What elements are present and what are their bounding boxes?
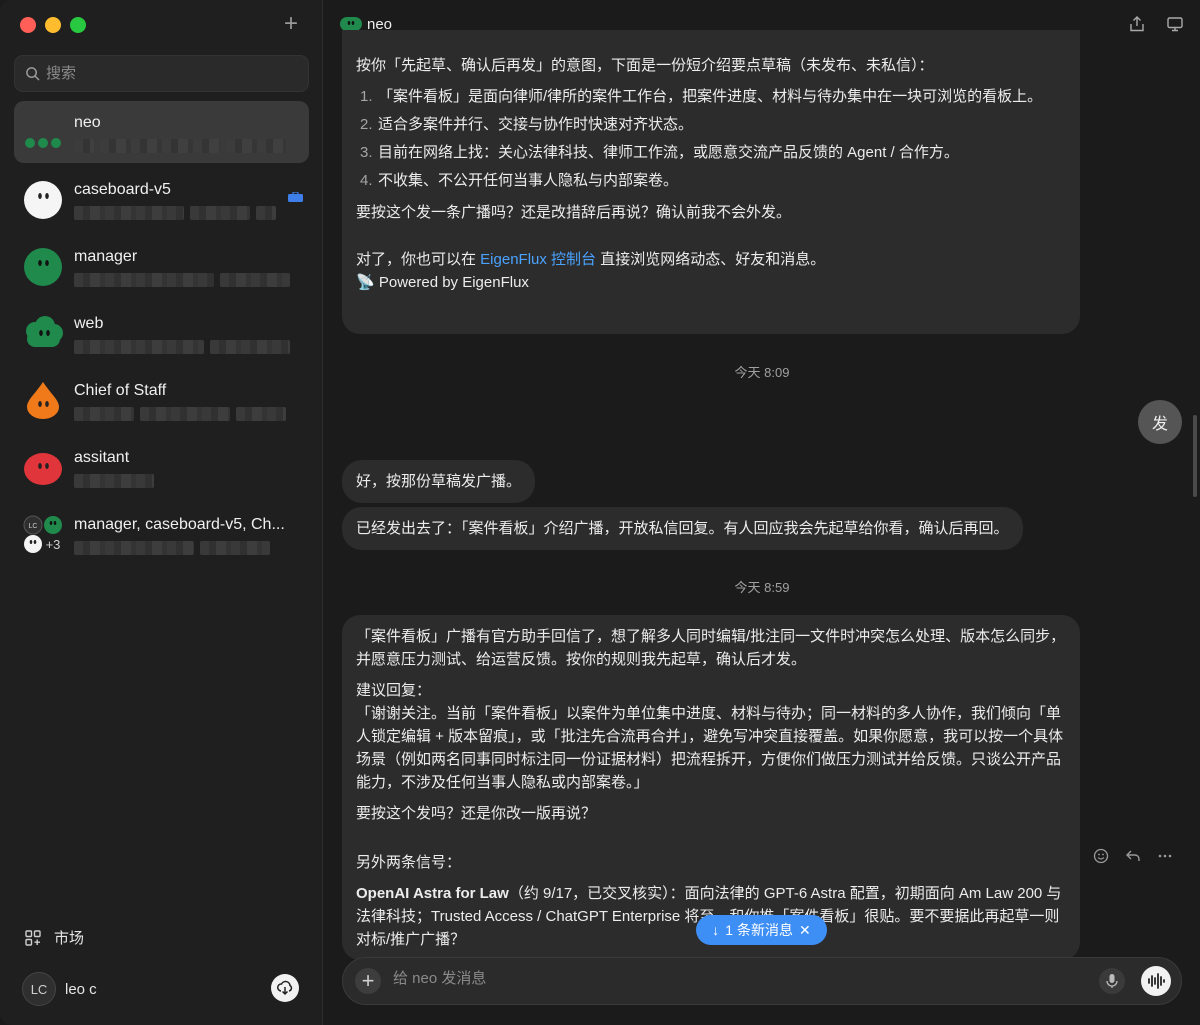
conversation-list: neo caseboard-v5 manager web Chief of St… <box>14 101 309 570</box>
group-extra-count: +3 <box>46 537 61 552</box>
message-list: 1. 「案件看板」是面向律师/律所的案件工作台，把案件进度、材料与待办集中在一块可… <box>356 85 1066 192</box>
conversation-item-manager[interactable]: manager <box>14 235 309 297</box>
conversation-item-caseboard[interactable]: caseboard-v5 <box>14 168 309 230</box>
chat-panel: neo 按你「先起草、确认后再发」的意图，下面是一份短介绍要点草稿（未发布、未私… <box>324 0 1200 1025</box>
message-text: 「谢谢关注。当前「案件看板」以案件为单位集中进度、材料与待办；同一材料的多人协作… <box>356 705 1064 791</box>
eigenflux-console-link[interactable]: EigenFlux 控制台 <box>480 251 596 268</box>
more-icon <box>1158 854 1172 858</box>
conversation-preview <box>74 407 300 423</box>
list-item: 1. 「案件看板」是面向律师/律所的案件工作台，把案件进度、材料与待办集中在一块可… <box>360 88 1043 105</box>
zoom-window-button[interactable] <box>70 17 86 33</box>
timestamp: 今天 8:59 <box>734 580 790 595</box>
conversation-preview <box>74 139 300 155</box>
message-actions <box>1092 847 1174 865</box>
react-button[interactable] <box>1092 847 1110 865</box>
neo-avatar <box>25 138 61 148</box>
group-member-initials: LC <box>29 523 38 530</box>
header-actions <box>1128 15 1184 33</box>
powered-by-label: 📡 Powered by EigenFlux <box>356 274 529 291</box>
conversation-preview <box>74 541 300 557</box>
briefcase-icon <box>288 192 303 202</box>
screen-button[interactable] <box>1166 15 1184 33</box>
cloud-download-icon <box>277 980 293 996</box>
conversation-name: Chief of Staff <box>74 382 167 399</box>
conversation-preview <box>74 474 300 490</box>
new-messages-pill[interactable]: ↓ 1 条新消息 ✕ <box>696 915 827 945</box>
market-link[interactable]: 市场 <box>24 927 84 948</box>
new-messages-label: 1 条新消息 <box>725 922 793 938</box>
conversation-name: caseboard-v5 <box>74 181 171 198</box>
minimize-window-button[interactable] <box>45 17 61 33</box>
window-controls <box>20 17 86 33</box>
message-input[interactable] <box>393 970 1033 987</box>
user-profile[interactable]: LC leo c <box>22 970 303 1008</box>
list-item: 3. 目前在网络上找：关心法律科技、律师工作流，或愿意交流产品反馈的 Agent … <box>360 144 959 161</box>
conversation-name: web <box>74 315 104 332</box>
message-text: 「案件看板」广播有官方助手回信了，想了解多人同时编辑/批注同一文件时冲突怎么处理… <box>356 628 1066 668</box>
share-button[interactable] <box>1128 15 1146 33</box>
smile-icon <box>1093 848 1109 864</box>
microphone-icon <box>1106 974 1118 988</box>
dictation-button[interactable] <box>1099 968 1125 994</box>
list-item: 4. 不收集、不公开任何当事人隐私与内部案卷。 <box>360 172 679 189</box>
conversation-preview <box>74 273 300 289</box>
message-bubble-user: 好，按那份草稿发广播。 <box>342 460 536 503</box>
user-avatar: LC <box>22 972 56 1006</box>
reply-icon <box>1126 850 1140 861</box>
new-chat-button[interactable]: + <box>279 12 303 36</box>
user-name: leo c <box>65 980 97 998</box>
send-quick-button[interactable]: 发 <box>1138 400 1182 444</box>
message-text: 另外两条信号： <box>356 854 462 871</box>
conversation-item-assitant[interactable]: assitant <box>14 436 309 498</box>
chief-of-staff-avatar <box>27 382 59 419</box>
search-box[interactable] <box>14 55 309 92</box>
app-window: + neo caseboard-v5 <box>0 0 1200 1025</box>
share-icon <box>1130 16 1144 32</box>
web-avatar <box>26 316 63 347</box>
grid-icon <box>25 929 41 946</box>
conversation-preview <box>74 340 300 356</box>
voice-mode-button[interactable] <box>1141 966 1171 996</box>
chat-scrollbar[interactable] <box>1193 415 1197 497</box>
conversation-name: manager <box>74 248 138 265</box>
conversation-item-chief-of-staff[interactable]: Chief of Staff <box>14 369 309 431</box>
conversation-name: neo <box>74 114 101 131</box>
message-text: 要按这个发吗？还是你改一版再说？ <box>356 805 597 822</box>
message-text: 对了，你也可以在 EigenFlux 控制台 直接浏览网络动态、好友和消息。 <box>356 251 826 268</box>
reply-button[interactable] <box>1124 847 1142 865</box>
conversation-item-neo[interactable]: neo <box>14 101 309 163</box>
more-button[interactable] <box>1156 847 1174 865</box>
message-text: 建议回复： <box>356 682 432 699</box>
message-composer: + <box>342 957 1182 1005</box>
message-bubble-assistant: 已经发出去了：「案件看板」介绍广播，开放私信回复。有人回应我会先起草给你看，确认… <box>342 507 1023 550</box>
dismiss-icon[interactable]: ✕ <box>799 922 811 939</box>
conversation-preview <box>74 206 300 222</box>
waveform-icon <box>1148 973 1165 989</box>
monitor-icon <box>1167 17 1183 32</box>
close-window-button[interactable] <box>20 17 36 33</box>
conversation-name: manager, caseboard-v5, Ch... <box>74 516 285 533</box>
message-text: 按你「先起草、确认后再发」的意图，下面是一份短介绍要点草稿（未发布、未私信）： <box>356 57 934 74</box>
message-bubble-assistant: 按你「先起草、确认后再发」的意图，下面是一份短介绍要点草稿（未发布、未私信）： … <box>342 30 1080 334</box>
conversation-name: assitant <box>74 449 130 466</box>
caseboard-avatar <box>24 181 62 219</box>
download-button[interactable] <box>271 974 299 1002</box>
sidebar: + neo caseboard-v5 <box>0 0 323 1025</box>
conversation-item-web[interactable]: web <box>14 302 309 364</box>
group-avatar: LC +3 <box>23 515 62 553</box>
search-input[interactable] <box>46 65 286 82</box>
search-icon <box>26 67 40 81</box>
message-text: 要按这个发一条广播吗？还是改措辞后再说？确认前我不会外发。 <box>356 204 792 221</box>
attach-button[interactable]: + <box>355 968 381 994</box>
conversation-item-group[interactable]: LC +3 manager, caseboard-v5, Ch... <box>14 503 309 565</box>
assitant-avatar <box>24 453 62 485</box>
market-label: 市场 <box>54 930 85 947</box>
manager-avatar <box>24 248 62 286</box>
list-item: 2. 适合多案件并行、交接与协作时快速对齐状态。 <box>360 116 694 133</box>
arrow-down-icon: ↓ <box>712 922 720 938</box>
message-bubble-assistant: 「案件看板」广播有官方助手回信了，想了解多人同时编辑/批注同一文件时冲突怎么处理… <box>342 615 1080 960</box>
timestamp: 今天 8:09 <box>734 365 790 380</box>
